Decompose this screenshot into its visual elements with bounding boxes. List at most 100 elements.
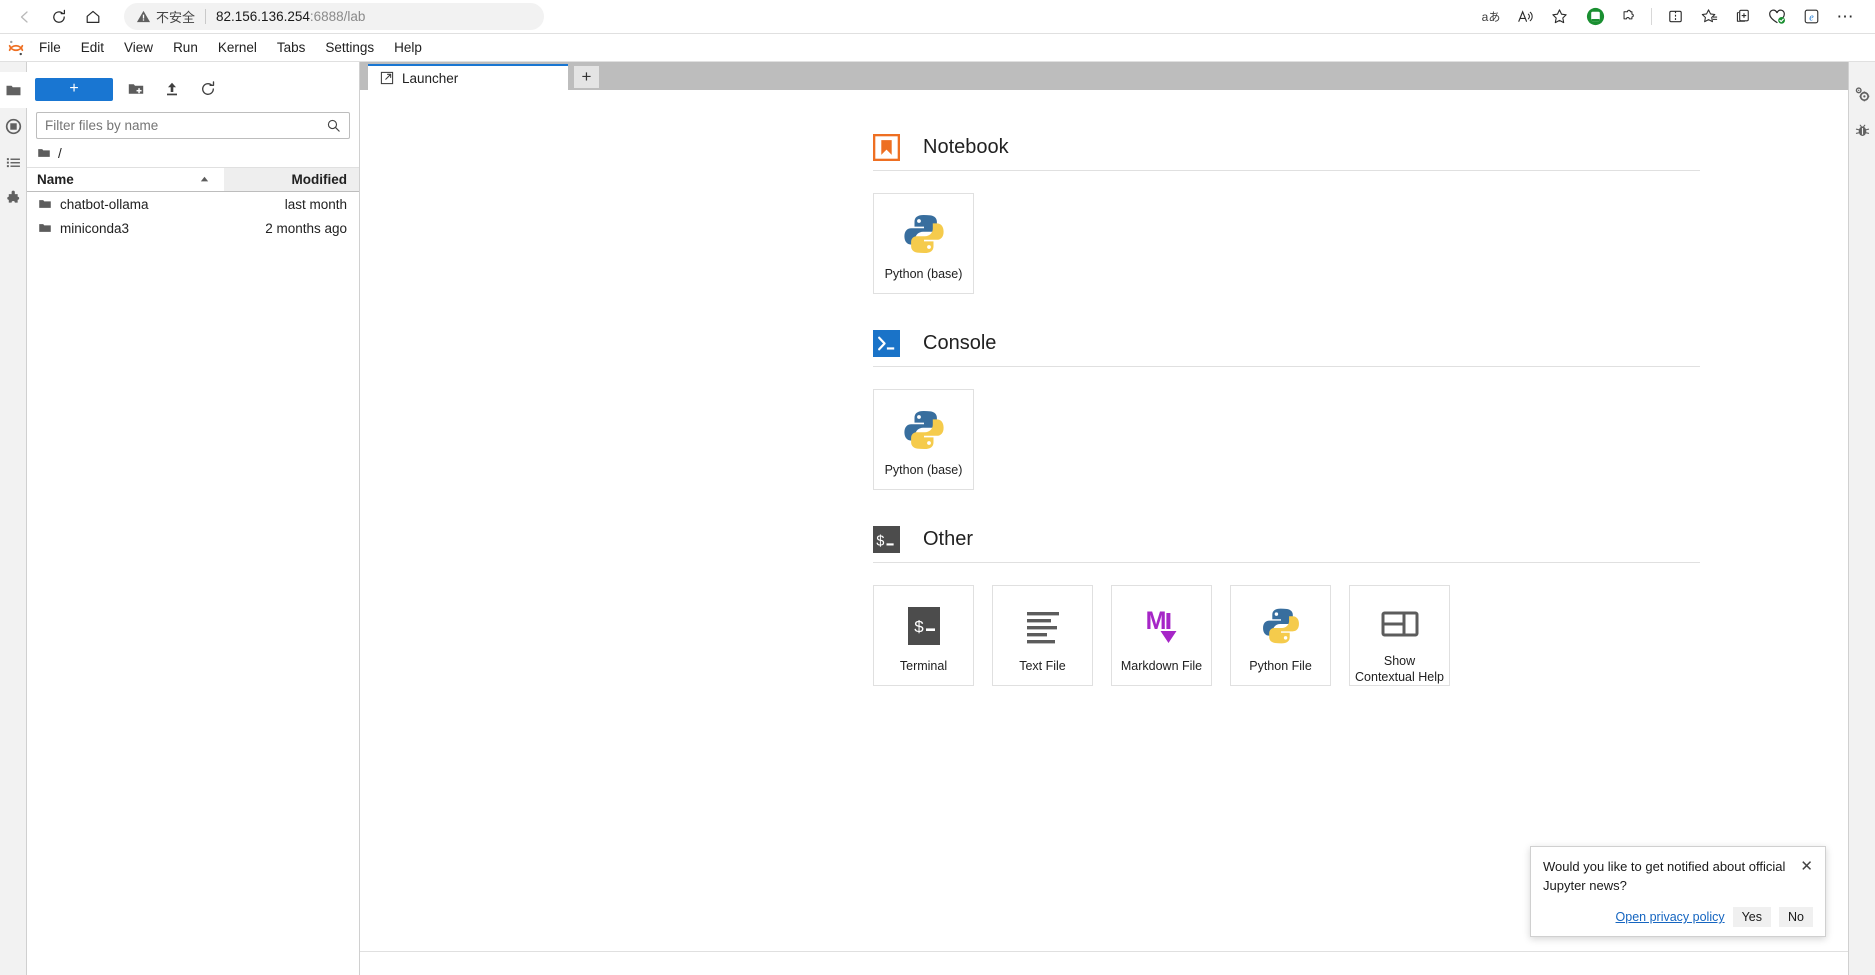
breadcrumb-root[interactable]: /: [58, 146, 62, 161]
launch-card-label: Show Contextual Help: [1355, 654, 1444, 684]
address-bar[interactable]: 不安全 82.156.136.254:6888/lab: [124, 3, 544, 30]
filter-files-input[interactable]: [45, 118, 326, 133]
new-folder-button[interactable]: [123, 78, 149, 101]
launch-card-label: Terminal: [899, 659, 948, 673]
sidebar-item-extension-manager[interactable]: [0, 180, 27, 216]
right-activity-bar: [1848, 62, 1875, 975]
table-row[interactable]: miniconda3 2 months ago: [27, 216, 359, 240]
warning-triangle-icon: [136, 10, 151, 23]
toolbar-divider: [1651, 8, 1652, 25]
column-name-label: Name: [37, 172, 74, 187]
settings-and-more-icon: ⋯: [1836, 7, 1854, 26]
table-row[interactable]: chatbot-ollama last month: [27, 192, 359, 216]
breadcrumb[interactable]: /: [27, 139, 359, 167]
file-list-header: Name Modified: [27, 167, 359, 192]
tab-launcher[interactable]: Launcher: [368, 64, 568, 90]
close-icon[interactable]: ✕: [1800, 858, 1813, 874]
back-button[interactable]: [8, 3, 42, 31]
url-host: 82.156.136.254: [216, 9, 310, 24]
menu-kernel[interactable]: Kernel: [208, 37, 267, 59]
home-button[interactable]: [76, 3, 110, 31]
add-favorite-button[interactable]: [1543, 3, 1575, 31]
launch-card-label: Text File: [1019, 659, 1066, 673]
filter-row: [27, 106, 359, 139]
contextual-help-icon: [1378, 600, 1422, 647]
tab-launcher-label: Launcher: [402, 70, 459, 86]
extensions-button[interactable]: [1612, 3, 1644, 31]
section-header-other: $ Other: [873, 526, 1700, 553]
sidebar-item-debugger[interactable]: [1849, 112, 1875, 148]
add-to-collections-button[interactable]: [1727, 3, 1759, 31]
ie-mode-icon: e: [1804, 9, 1818, 23]
svg-text:e: e: [1809, 12, 1814, 23]
launch-card-text-file[interactable]: Text File: [992, 585, 1093, 686]
read-aloud-button[interactable]: [1509, 3, 1541, 31]
svg-text:M: M: [1145, 607, 1166, 635]
url-display[interactable]: 82.156.136.254:6888/lab: [216, 9, 365, 24]
notification-message: Would you like to get notified about off…: [1543, 859, 1786, 894]
launch-card-terminal[interactable]: $ Terminal: [873, 585, 974, 686]
notification-top: Would you like to get notified about off…: [1543, 858, 1813, 896]
launch-card-contextual-help[interactable]: Show Contextual Help: [1349, 585, 1450, 686]
sidebar-item-running-terminals[interactable]: [0, 108, 27, 144]
svg-text:$: $: [913, 619, 923, 638]
text-file-icon: [1021, 600, 1065, 652]
file-name-cell: chatbot-ollama: [27, 197, 224, 212]
debugger-bug-icon: [1855, 124, 1869, 136]
menu-settings[interactable]: Settings: [315, 37, 384, 59]
security-status[interactable]: 不安全: [136, 7, 195, 26]
refresh-button[interactable]: [195, 78, 221, 101]
sidebar-item-file-browser[interactable]: [0, 72, 27, 108]
upload-button[interactable]: [159, 78, 185, 101]
new-tab-button[interactable]: +: [574, 66, 599, 88]
menu-file[interactable]: File: [29, 37, 71, 59]
column-header-modified[interactable]: Modified: [224, 168, 359, 191]
file-modified-cell: last month: [284, 196, 347, 212]
column-header-name[interactable]: Name: [27, 172, 224, 187]
left-activity-bar: [0, 62, 27, 975]
browser-essentials-button[interactable]: [1761, 3, 1793, 31]
extensions-puzzle-icon: [1623, 9, 1634, 20]
collections-button[interactable]: [1693, 3, 1725, 31]
menu-view[interactable]: View: [114, 37, 163, 59]
menu-tabs[interactable]: Tabs: [267, 37, 316, 59]
filter-files-box[interactable]: [36, 112, 350, 139]
file-modified-cell: 2 months ago: [265, 220, 347, 236]
menu-help[interactable]: Help: [384, 37, 432, 59]
add-to-collections-icon: [1736, 9, 1749, 22]
notebook-bookmark-icon: [873, 134, 900, 161]
profile-button[interactable]: [1581, 3, 1610, 30]
notification-no-button[interactable]: No: [1779, 907, 1813, 927]
folder-icon: [38, 149, 50, 157]
url-path: :6888/lab: [309, 9, 366, 24]
omnibox-divider: [205, 9, 207, 24]
python-logo-icon: [900, 404, 948, 456]
split-screen-button[interactable]: [1659, 3, 1691, 31]
notebook-card-row: Python (base): [873, 193, 1700, 294]
settings-and-more-button[interactable]: ⋯: [1829, 3, 1861, 31]
reload-button[interactable]: [42, 3, 76, 31]
launch-card-python-notebook[interactable]: Python (base): [873, 193, 974, 294]
launch-card-label: Python (base): [884, 267, 963, 281]
reload-icon: [53, 9, 66, 23]
terminal-prompt-icon: $: [873, 526, 900, 553]
tab-bar: Launcher +: [360, 62, 1848, 90]
section-title-console: Console: [923, 332, 997, 354]
file-name-label: chatbot-ollama: [60, 196, 149, 212]
launcher-panel: Notebook Python (base) Console Python (b…: [360, 90, 1848, 951]
sidebar-item-commands[interactable]: [0, 144, 27, 180]
launch-card-markdown-file[interactable]: M Markdown File: [1111, 585, 1212, 686]
ie-mode-button[interactable]: e: [1795, 3, 1827, 31]
sidebar-item-property-inspector[interactable]: [1849, 76, 1875, 112]
menu-bar: File Edit View Run Kernel Tabs Settings …: [0, 34, 1875, 62]
read-aloud-language-button[interactable]: aあ: [1475, 3, 1507, 31]
menu-run[interactable]: Run: [163, 37, 208, 59]
open-privacy-policy-link[interactable]: Open privacy policy: [1616, 910, 1725, 924]
launch-card-python-console[interactable]: Python (base): [873, 389, 974, 490]
main-dock-area: Launcher + Notebook Python (base) Consol…: [360, 62, 1848, 975]
new-launcher-button[interactable]: +: [35, 77, 113, 101]
section-title-notebook: Notebook: [923, 136, 1009, 158]
notification-yes-button[interactable]: Yes: [1732, 907, 1772, 927]
launch-card-python-file[interactable]: Python File: [1230, 585, 1331, 686]
menu-edit[interactable]: Edit: [71, 37, 114, 59]
